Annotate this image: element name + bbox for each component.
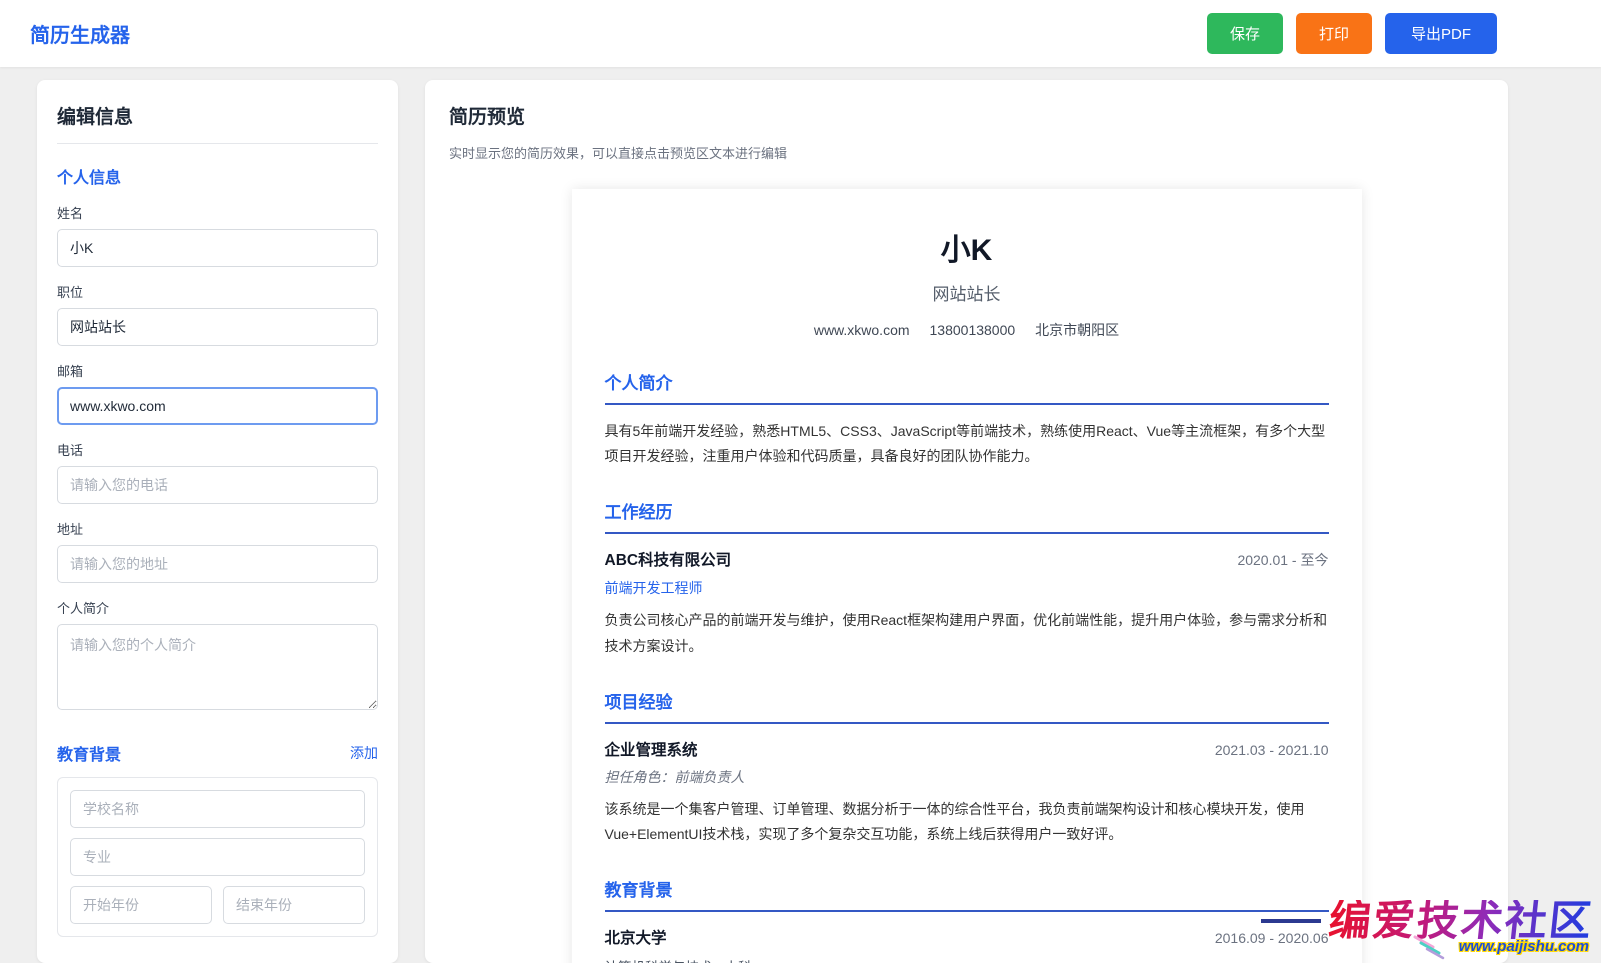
editor-title: 编辑信息 [57,102,378,129]
personal-info-section-title: 个人信息 [57,164,378,188]
summary-textarea[interactable] [57,624,378,710]
header-actions: 保存 打印 导出PDF [1207,13,1497,54]
project-date[interactable]: 2021.03 - 2021.10 [1215,742,1329,758]
education-major[interactable]: 计算机科学与技术 - 本科 [605,956,1329,963]
phone-label: 电话 [57,440,378,459]
main-content: 编辑信息 个人信息 姓名 职位 邮箱 电话 地址 个人简介 教育背景 [0,67,1601,963]
summary-form-group: 个人简介 [57,598,378,715]
project-role[interactable]: 担任角色：前端负责人 [605,767,1329,787]
resume-work-section: 工作经历 ABC科技有限公司 2020.01 - 至今 前端开发工程师 负责公司… [605,498,1329,658]
resume-project-section: 项目经验 企业管理系统 2021.03 - 2021.10 担任角色：前端负责人… [605,688,1329,847]
app-header: 简历生成器 保存 打印 导出PDF [0,0,1601,67]
summary-text[interactable]: 具有5年前端开发经验，熟悉HTML5、CSS3、JavaScript等前端技术，… [605,419,1329,469]
email-label: 邮箱 [57,361,378,380]
print-button[interactable]: 打印 [1296,13,1372,54]
work-date[interactable]: 2020.01 - 至今 [1237,550,1328,570]
address-form-group: 地址 [57,519,378,583]
education-section-row: 教育背景 添加 [57,741,378,765]
name-input[interactable] [57,229,378,267]
divider [57,143,378,144]
job-label: 职位 [57,282,378,301]
resume-header: 小K 网站站长 www.xkwo.com 13800138000 北京市朝阳区 [605,225,1329,340]
work-item-head: ABC科技有限公司 2020.01 - 至今 [605,548,1329,570]
resume-summary-section: 个人简介 具有5年前端开发经验，熟悉HTML5、CSS3、JavaScript等… [605,369,1329,469]
school-name-input[interactable] [70,790,365,828]
editor-panel: 编辑信息 个人信息 姓名 职位 邮箱 电话 地址 个人简介 教育背景 [37,80,398,963]
education-item: 北京大学 2016.09 - 2020.06 计算机科学与技术 - 本科 [605,926,1329,963]
education-section-title: 教育背景 [605,876,1329,912]
resume-contact: www.xkwo.com 13800138000 北京市朝阳区 [605,320,1329,340]
end-year-input[interactable] [223,886,365,924]
summary-section-title: 个人简介 [605,369,1329,405]
resume-paper: 小K 网站站长 www.xkwo.com 13800138000 北京市朝阳区 个人… [572,189,1362,963]
project-item: 企业管理系统 2021.03 - 2021.10 担任角色：前端负责人 该系统是… [605,738,1329,847]
preview-subtitle: 实时显示您的简历效果，可以直接点击预览区文本进行编辑 [449,143,1484,162]
education-item-head: 北京大学 2016.09 - 2020.06 [605,926,1329,948]
work-desc[interactable]: 负责公司核心产品的前端开发与维护，使用React框架构建用户界面，优化前端性能，… [605,608,1329,658]
resume-name[interactable]: 小K [605,225,1329,269]
preview-panel: 简历预览 实时显示您的简历效果，可以直接点击预览区文本进行编辑 小K 网站站长 … [425,80,1508,963]
email-input[interactable] [57,387,378,425]
address-label: 地址 [57,519,378,538]
resume-address[interactable]: 北京市朝阳区 [1035,322,1119,338]
project-desc[interactable]: 该系统是一个集客户管理、订单管理、数据分析于一体的综合性平台，我负责前端架构设计… [605,797,1329,847]
major-input[interactable] [70,838,365,876]
resume-job-title[interactable]: 网站站长 [605,280,1329,305]
preview-title: 简历预览 [449,102,1484,129]
work-role[interactable]: 前端开发工程师 [605,578,1329,598]
name-label: 姓名 [57,203,378,222]
export-pdf-button[interactable]: 导出PDF [1385,13,1497,54]
resume-phone[interactable]: 13800138000 [930,322,1016,338]
education-entry-card [57,777,378,937]
email-form-group: 邮箱 [57,361,378,425]
app-title: 简历生成器 [30,19,130,48]
phone-form-group: 电话 [57,440,378,504]
phone-input[interactable] [57,466,378,504]
name-form-group: 姓名 [57,203,378,267]
summary-label: 个人简介 [57,598,378,617]
add-education-link[interactable]: 添加 [350,743,378,763]
job-input[interactable] [57,308,378,346]
project-name[interactable]: 企业管理系统 [605,738,698,760]
work-company[interactable]: ABC科技有限公司 [605,548,732,570]
work-item: ABC科技有限公司 2020.01 - 至今 前端开发工程师 负责公司核心产品的… [605,548,1329,658]
work-section-title: 工作经历 [605,498,1329,534]
project-item-head: 企业管理系统 2021.03 - 2021.10 [605,738,1329,760]
education-section-title: 教育背景 [57,741,121,765]
resume-email[interactable]: www.xkwo.com [814,322,910,338]
year-row [70,886,365,924]
save-button[interactable]: 保存 [1207,13,1283,54]
start-year-input[interactable] [70,886,212,924]
resume-education-section: 教育背景 北京大学 2016.09 - 2020.06 计算机科学与技术 - 本… [605,876,1329,963]
education-date[interactable]: 2016.09 - 2020.06 [1215,930,1329,946]
project-section-title: 项目经验 [605,688,1329,724]
job-form-group: 职位 [57,282,378,346]
education-school[interactable]: 北京大学 [605,926,667,948]
address-input[interactable] [57,545,378,583]
